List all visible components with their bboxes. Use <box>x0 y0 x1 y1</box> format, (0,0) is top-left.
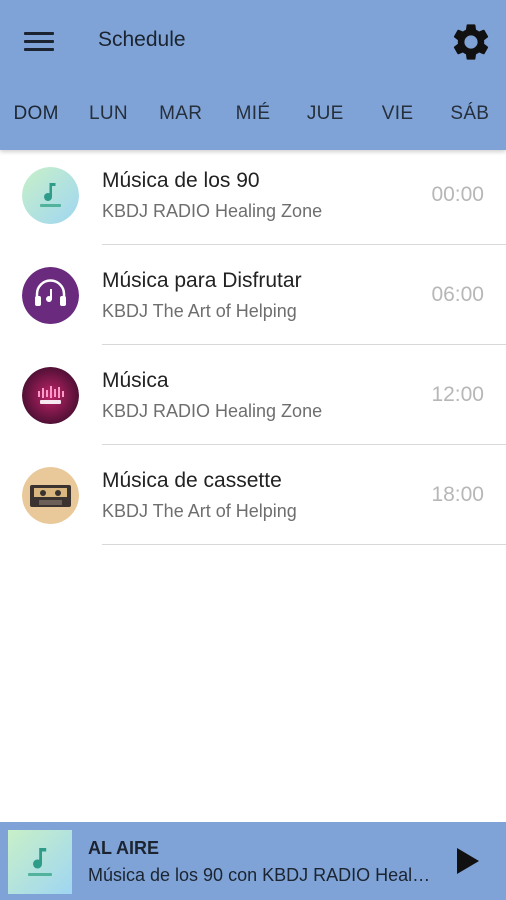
tab-vie[interactable]: VIE <box>361 94 433 134</box>
app-bar: Schedule DOM LUN MAR MIÉ JUE VIE SÁB <box>0 0 506 150</box>
day-tabs: DOM LUN MAR MIÉ JUE VIE SÁB <box>0 94 506 134</box>
tab-lun[interactable]: LUN <box>72 94 144 134</box>
schedule-list: Música de los 90 KBDJ RADIO Healing Zone… <box>0 145 506 545</box>
show-logo-musica <box>22 367 79 424</box>
tab-sab[interactable]: SÁB <box>434 94 506 134</box>
play-icon[interactable] <box>450 844 484 878</box>
show-time: 06:00 <box>431 283 484 306</box>
show-title: Música de cassette <box>102 469 282 492</box>
tab-mar[interactable]: MAR <box>145 94 217 134</box>
show-logo-cassette <box>22 467 79 524</box>
gear-icon[interactable] <box>449 20 493 64</box>
show-time: 18:00 <box>431 483 484 506</box>
tab-mie[interactable]: MIÉ <box>217 94 289 134</box>
now-playing-bar[interactable]: AL AIRE Música de los 90 con KBDJ RADIO … <box>0 822 506 900</box>
list-item[interactable]: Música para Disfrutar KBDJ The Art of He… <box>0 245 506 345</box>
page-title: Schedule <box>98 28 186 51</box>
list-item[interactable]: Música de cassette KBDJ The Art of Helpi… <box>0 445 506 545</box>
station-name: KBDJ The Art of Helping <box>102 301 297 321</box>
divider <box>102 544 506 545</box>
tab-jue[interactable]: JUE <box>289 94 361 134</box>
show-title: Música <box>102 369 169 392</box>
show-logo-headphones <box>22 267 79 324</box>
schedule-screen: Schedule DOM LUN MAR MIÉ JUE VIE SÁB Mús… <box>0 0 506 900</box>
list-item[interactable]: Música KBDJ RADIO Healing Zone 12:00 <box>0 345 506 445</box>
show-time: 12:00 <box>431 383 484 406</box>
show-logo-musica-90 <box>22 167 79 224</box>
on-air-label: AL AIRE <box>88 838 160 858</box>
tab-dom[interactable]: DOM <box>0 94 72 134</box>
now-playing-artwork <box>8 830 72 894</box>
station-name: KBDJ RADIO Healing Zone <box>102 401 323 421</box>
hamburger-menu-icon[interactable] <box>22 29 58 55</box>
show-time: 00:00 <box>431 183 484 206</box>
station-name: KBDJ RADIO Healing Zone <box>102 201 323 221</box>
now-playing-title: Música de los 90 con KBDJ RADIO Healing … <box>88 865 433 885</box>
station-name: KBDJ The Art of Helping <box>102 501 297 521</box>
show-title: Música de los 90 <box>102 169 260 192</box>
show-title: Música para Disfrutar <box>102 269 302 292</box>
list-item[interactable]: Música de los 90 KBDJ RADIO Healing Zone… <box>0 145 506 245</box>
